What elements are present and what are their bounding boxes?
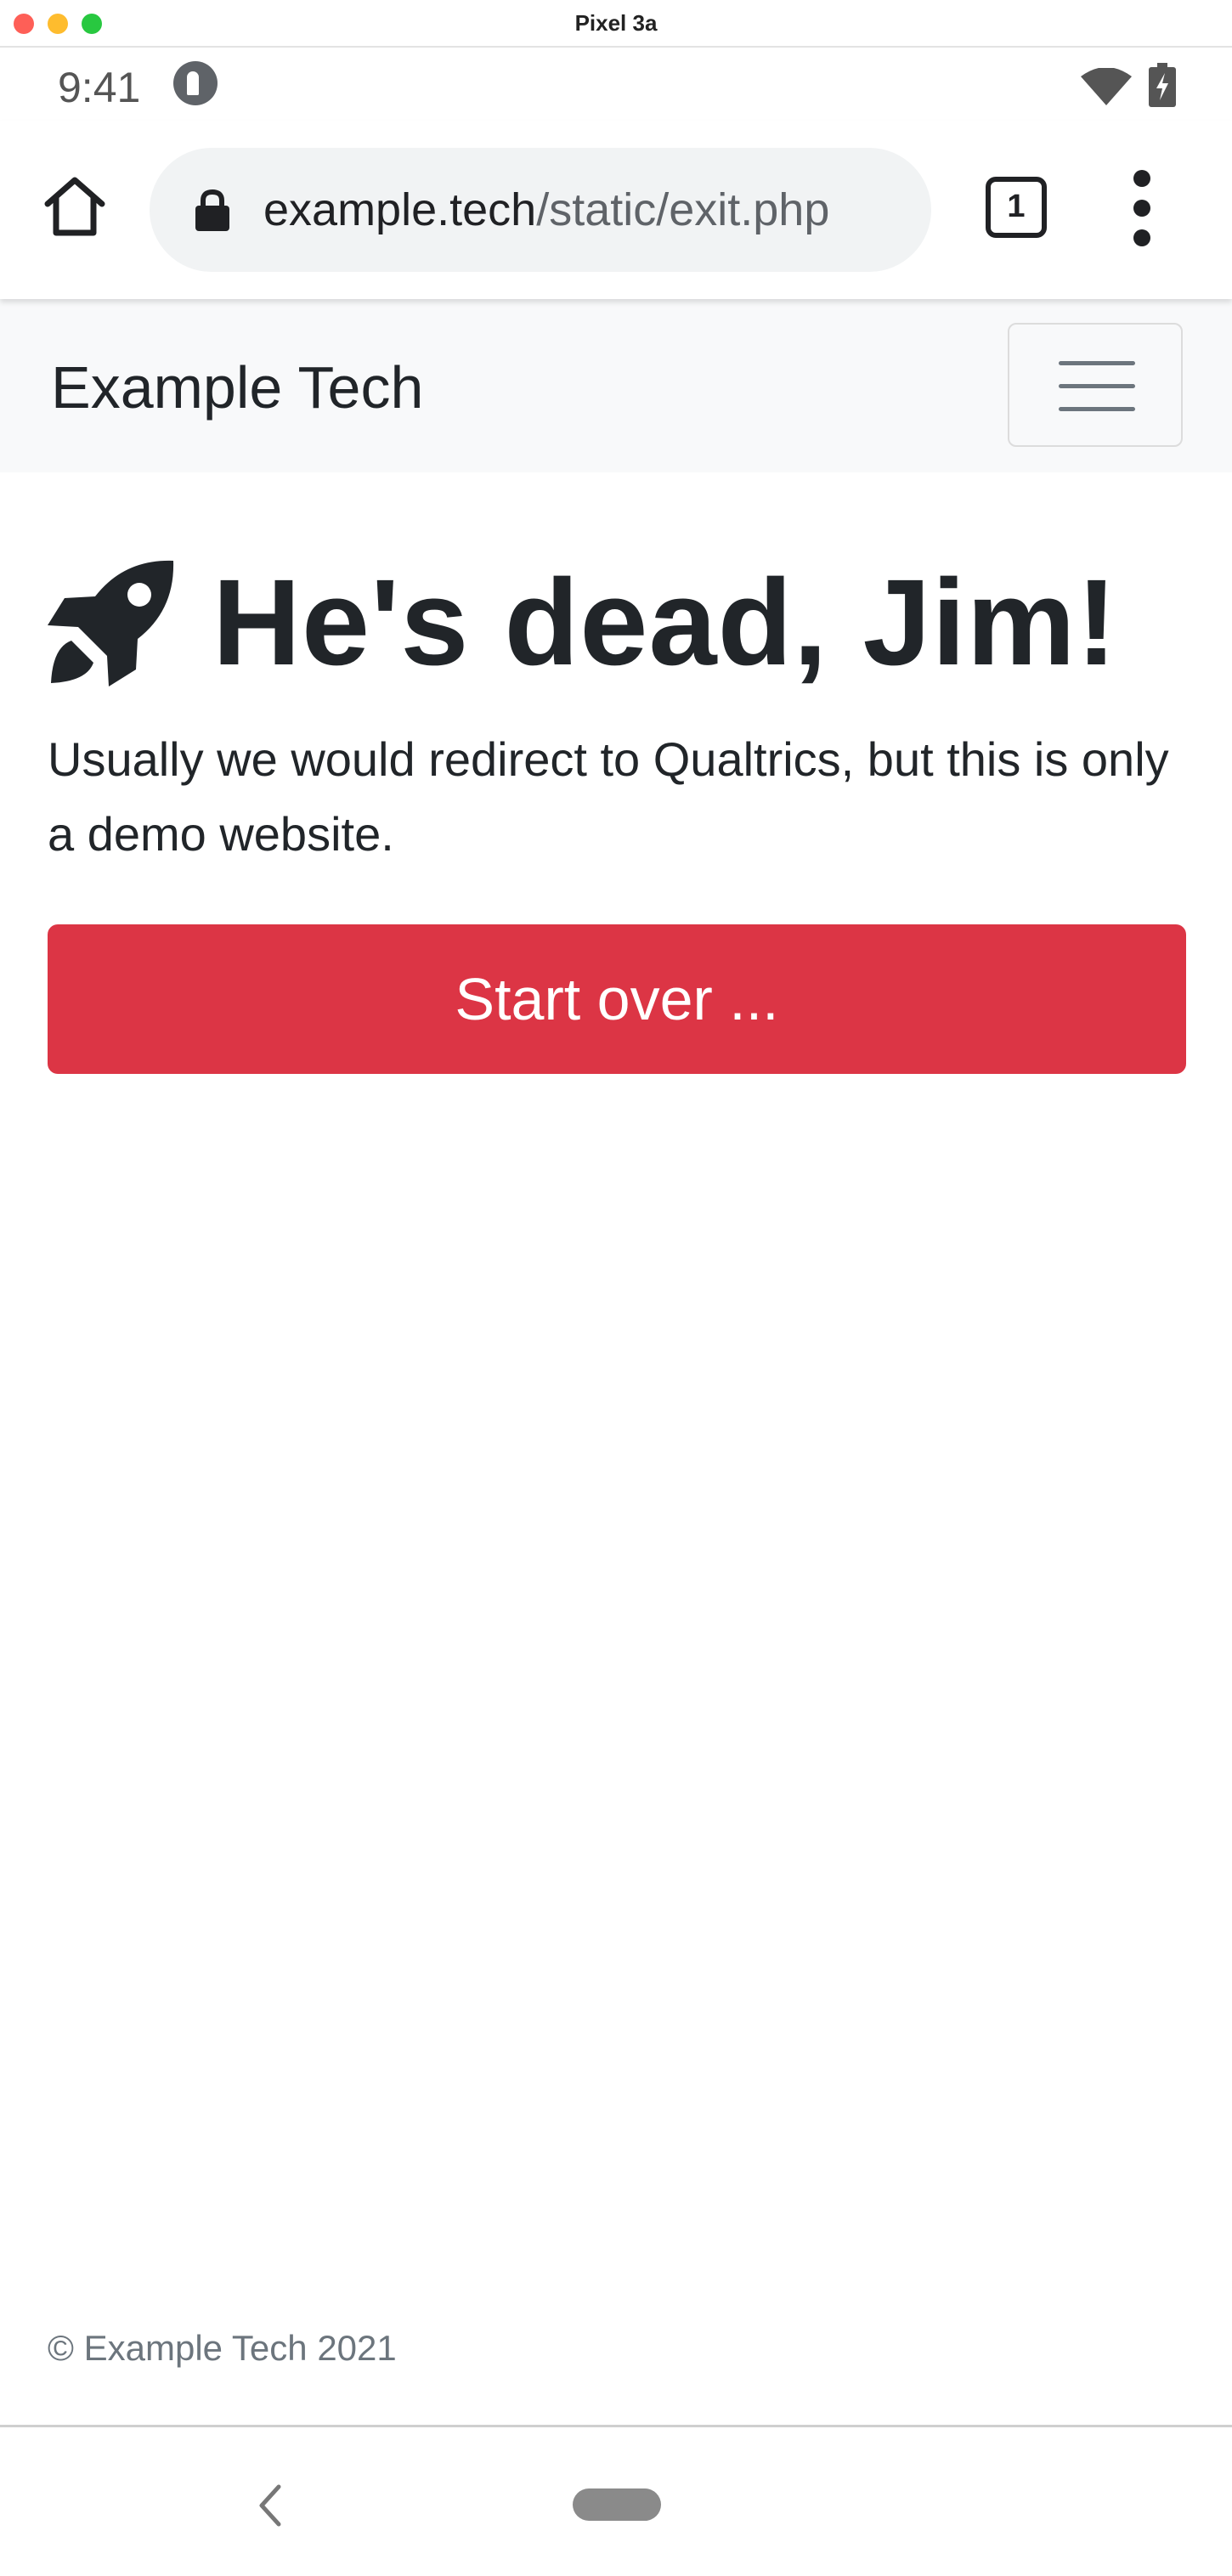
status-time: 9:41 <box>58 64 141 111</box>
tab-switcher-button[interactable]: 1 <box>986 177 1047 238</box>
browser-toolbar: example.tech/static/exit.php 1 <box>0 121 1232 299</box>
window-title: Pixel 3a <box>574 10 658 36</box>
site-navbar: Example Tech <box>0 299 1232 472</box>
url-path: /static/exit.php <box>536 184 830 235</box>
wifi-icon <box>1081 68 1132 105</box>
system-nav-bar <box>0 2425 1232 2576</box>
lock-icon <box>195 189 229 231</box>
lead-paragraph: Usually we would redirect to Qualtrics, … <box>48 732 1169 861</box>
home-icon[interactable] <box>41 172 109 240</box>
battery-charging-icon <box>1149 63 1176 107</box>
start-over-button[interactable]: Start over ... <box>48 924 1186 1074</box>
navbar-toggler-button[interactable] <box>1008 323 1183 447</box>
url-text: example.tech/static/exit.php <box>263 184 829 236</box>
footer-copyright: © Example Tech 2021 <box>48 2328 397 2368</box>
status-bar: 9:41 <box>0 49 1232 121</box>
window-titlebar: Pixel 3a <box>0 0 1232 48</box>
home-pill-button[interactable] <box>573 2488 661 2521</box>
rocket-icon <box>48 560 174 686</box>
url-bar[interactable]: example.tech/static/exit.php <box>150 148 931 272</box>
back-chevron-icon[interactable] <box>253 2482 287 2529</box>
url-host: example.tech <box>263 184 537 235</box>
navbar-brand[interactable]: Example Tech <box>51 353 423 421</box>
hamburger-menu-icon <box>1059 361 1135 365</box>
page-heading: He's dead, Jim! <box>48 552 1195 691</box>
page-title: He's dead, Jim! <box>212 554 1118 691</box>
notification-app-icon <box>173 61 218 105</box>
more-vert-icon[interactable] <box>1123 170 1161 246</box>
